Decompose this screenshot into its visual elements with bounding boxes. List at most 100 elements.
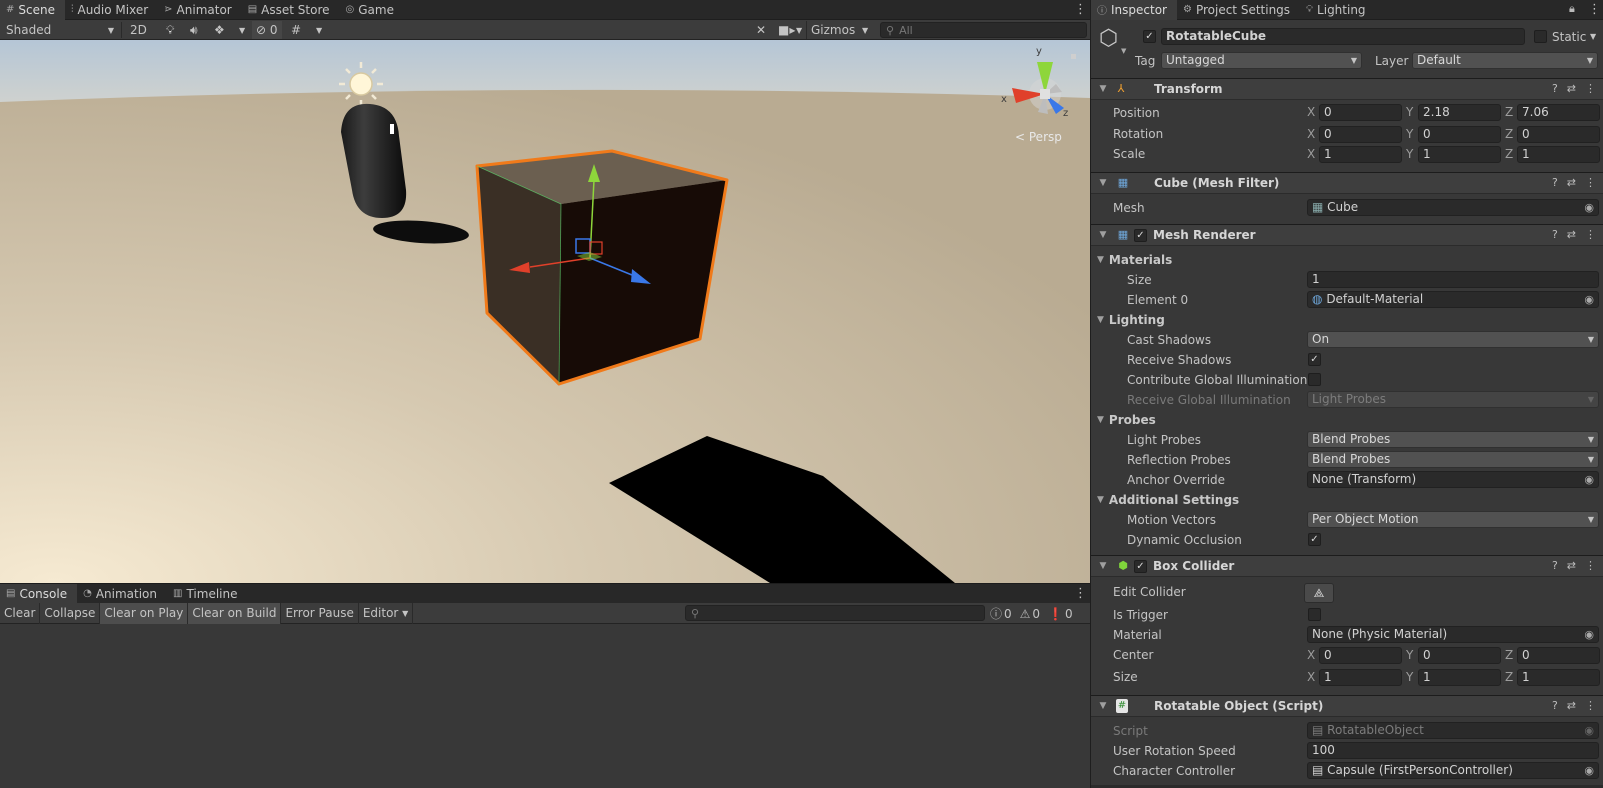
center-y-field[interactable]: 0 bbox=[1418, 647, 1501, 664]
help-icon[interactable]: ? bbox=[1552, 699, 1558, 712]
size-y-field[interactable]: 1 bbox=[1418, 669, 1501, 686]
layer-dropdown[interactable]: Default ▼ bbox=[1412, 52, 1598, 69]
tab-audio-mixer[interactable]: ⫶ Audio Mixer bbox=[65, 0, 158, 20]
audio-icon[interactable]: 🔊︎ bbox=[186, 21, 202, 39]
center-x-field[interactable]: 0 bbox=[1319, 647, 1402, 664]
presets-icon[interactable]: ⇄ bbox=[1567, 176, 1576, 189]
presets-icon[interactable]: ⇄ bbox=[1567, 559, 1576, 572]
tab-scene[interactable]: # Scene bbox=[0, 0, 65, 20]
additional-settings-foldout[interactable]: ▼ Additional Settings bbox=[1097, 491, 1239, 509]
foldout-arrow-icon[interactable]: ▼ bbox=[1096, 561, 1110, 571]
mesh-filter-header[interactable]: ▼ ▦ Cube (Mesh Filter) ? ⇄ ⋮ bbox=[1091, 172, 1603, 194]
position-x-field[interactable]: 0 bbox=[1319, 104, 1402, 121]
collider-material-field[interactable]: None (Physic Material) ◉ bbox=[1307, 626, 1599, 643]
cast-shadows-dropdown[interactable]: On ▼ bbox=[1307, 331, 1599, 348]
component-menu-icon[interactable]: ⋮ bbox=[1585, 699, 1596, 712]
static-dropdown-icon[interactable]: ▼ bbox=[1590, 32, 1596, 41]
element0-object-field[interactable]: ◍ Default-Material ◉ bbox=[1307, 291, 1599, 308]
materials-size-field[interactable]: 1 bbox=[1307, 271, 1599, 288]
is-trigger-checkbox[interactable] bbox=[1308, 608, 1321, 621]
scene-visibility-button[interactable]: ⊘ 0 bbox=[252, 21, 282, 39]
component-menu-icon[interactable]: ⋮ bbox=[1585, 82, 1596, 95]
tab-timeline[interactable]: ▥ Timeline bbox=[167, 584, 247, 604]
error-pause-button[interactable]: Error Pause bbox=[281, 602, 359, 624]
motion-vectors-dropdown[interactable]: Per Object Motion ▼ bbox=[1307, 511, 1599, 528]
help-icon[interactable]: ? bbox=[1552, 228, 1558, 241]
console-log-area[interactable] bbox=[0, 624, 1090, 788]
object-name-field[interactable]: RotatableCube bbox=[1161, 28, 1525, 45]
character-controller-field[interactable]: ▤ Capsule (FirstPersonController) ◉ bbox=[1307, 762, 1599, 779]
foldout-arrow-icon[interactable]: ▼ bbox=[1096, 230, 1110, 240]
help-icon[interactable]: ? bbox=[1552, 82, 1558, 95]
size-x-field[interactable]: 1 bbox=[1319, 669, 1402, 686]
component-menu-icon[interactable]: ⋮ bbox=[1585, 559, 1596, 572]
scene-menu-kebab-icon[interactable]: ⋮ bbox=[1074, 0, 1087, 20]
presets-icon[interactable]: ⇄ bbox=[1567, 82, 1576, 95]
mesh-renderer-enabled-checkbox[interactable]: ✓ bbox=[1134, 228, 1147, 242]
component-menu-icon[interactable]: ⋮ bbox=[1585, 176, 1596, 189]
tab-console[interactable]: ▤ Console bbox=[0, 583, 78, 604]
draw-mode-dropdown[interactable]: Shaded ▼ bbox=[2, 21, 118, 39]
effects-dropdown-icon[interactable]: ▼ bbox=[235, 21, 249, 39]
position-y-field[interactable]: 2.18 bbox=[1418, 104, 1501, 121]
component-menu-icon[interactable]: ⋮ bbox=[1585, 228, 1596, 241]
scale-z-field[interactable]: 1 bbox=[1517, 146, 1600, 163]
lock-icon[interactable]: 🔒︎ bbox=[1569, 2, 1575, 16]
camera-dropdown-icon[interactable]: ▼ bbox=[792, 21, 806, 39]
receive-shadows-checkbox[interactable]: ✓ bbox=[1308, 353, 1321, 366]
object-picker-icon[interactable]: ◉ bbox=[1584, 763, 1594, 778]
tab-inspector[interactable]: ⓘ Inspector bbox=[1091, 0, 1177, 20]
box-collider-header[interactable]: ▼ ⬢ ✓ Box Collider ? ⇄ ⋮ bbox=[1091, 555, 1603, 577]
tab-animation[interactable]: ◔ Animation bbox=[77, 584, 167, 604]
position-z-field[interactable]: 7.06 bbox=[1517, 104, 1600, 121]
object-picker-icon[interactable]: ◉ bbox=[1584, 200, 1594, 215]
foldout-arrow-icon[interactable]: ▼ bbox=[1096, 178, 1110, 188]
warning-count[interactable]: ⚠ 0 bbox=[1020, 607, 1040, 621]
presets-icon[interactable]: ⇄ bbox=[1567, 699, 1576, 712]
grid-dropdown-icon[interactable]: ▼ bbox=[312, 21, 326, 39]
grid-icon[interactable]: # bbox=[287, 21, 305, 39]
script-component-header[interactable]: ▼ # Rotatable Object (Script) ? ⇄ ⋮ bbox=[1091, 695, 1603, 717]
presets-icon[interactable]: ⇄ bbox=[1567, 228, 1576, 241]
dynamic-occlusion-checkbox[interactable]: ✓ bbox=[1308, 533, 1321, 546]
projection-label[interactable]: < Persp bbox=[1015, 130, 1062, 144]
scene-lighting-icon[interactable]: 💡︎ bbox=[162, 21, 178, 39]
object-picker-icon[interactable]: ◉ bbox=[1584, 472, 1594, 487]
editor-dropdown[interactable]: Editor ▼ bbox=[359, 602, 414, 624]
reflection-probes-dropdown[interactable]: Blend Probes ▼ bbox=[1307, 451, 1599, 468]
icon-dropdown-icon[interactable]: ▼ bbox=[1121, 47, 1126, 55]
object-picker-icon[interactable]: ◉ bbox=[1584, 292, 1594, 307]
effects-icon[interactable]: ❖ bbox=[210, 21, 229, 39]
box-collider-enabled-checkbox[interactable]: ✓ bbox=[1134, 559, 1147, 573]
foldout-arrow-icon[interactable]: ▼ bbox=[1096, 701, 1110, 711]
contribute-gi-checkbox[interactable] bbox=[1308, 373, 1321, 386]
tab-asset-store[interactable]: ▤ Asset Store bbox=[242, 0, 340, 20]
active-checkbox[interactable]: ✓ bbox=[1143, 30, 1156, 43]
collapse-button[interactable]: Collapse bbox=[40, 602, 101, 624]
tab-game[interactable]: ◎ Game bbox=[340, 0, 404, 20]
tab-project-settings[interactable]: ⚙ Project Settings bbox=[1177, 0, 1300, 20]
clear-on-play-button[interactable]: Clear on Play bbox=[100, 602, 189, 624]
rotation-x-field[interactable]: 0 bbox=[1319, 126, 1402, 143]
gizmos-button[interactable]: Gizmos bbox=[806, 21, 859, 39]
toggle-2d-button[interactable]: 2D bbox=[126, 21, 151, 39]
edit-collider-button[interactable]: ⟁ bbox=[1304, 583, 1334, 603]
scale-x-field[interactable]: 1 bbox=[1319, 146, 1402, 163]
error-count[interactable]: ❗ 0 bbox=[1048, 607, 1073, 621]
materials-foldout[interactable]: ▼ Materials bbox=[1097, 251, 1172, 269]
scale-y-field[interactable]: 1 bbox=[1418, 146, 1501, 163]
scene-viewport[interactable]: y x z < Persp bbox=[0, 40, 1090, 583]
light-probes-dropdown[interactable]: Blend Probes ▼ bbox=[1307, 431, 1599, 448]
probes-foldout[interactable]: ▼ Probes bbox=[1097, 411, 1156, 429]
rotation-speed-field[interactable]: 100 bbox=[1307, 742, 1599, 759]
tools-icon[interactable]: ✕ bbox=[752, 21, 770, 39]
help-icon[interactable]: ? bbox=[1552, 559, 1558, 572]
info-count[interactable]: ⓘ 0 bbox=[990, 605, 1012, 622]
center-z-field[interactable]: 0 bbox=[1517, 647, 1600, 664]
tab-lighting[interactable]: 💡︎ Lighting bbox=[1300, 0, 1376, 20]
clear-on-build-button[interactable]: Clear on Build bbox=[188, 602, 282, 624]
tab-animator[interactable]: ⋗ Animator bbox=[158, 0, 242, 20]
object-picker-icon[interactable]: ◉ bbox=[1584, 627, 1594, 642]
tag-dropdown[interactable]: Untagged ▼ bbox=[1161, 52, 1362, 69]
inspector-menu-kebab-icon[interactable]: ⋮ bbox=[1588, 0, 1601, 20]
